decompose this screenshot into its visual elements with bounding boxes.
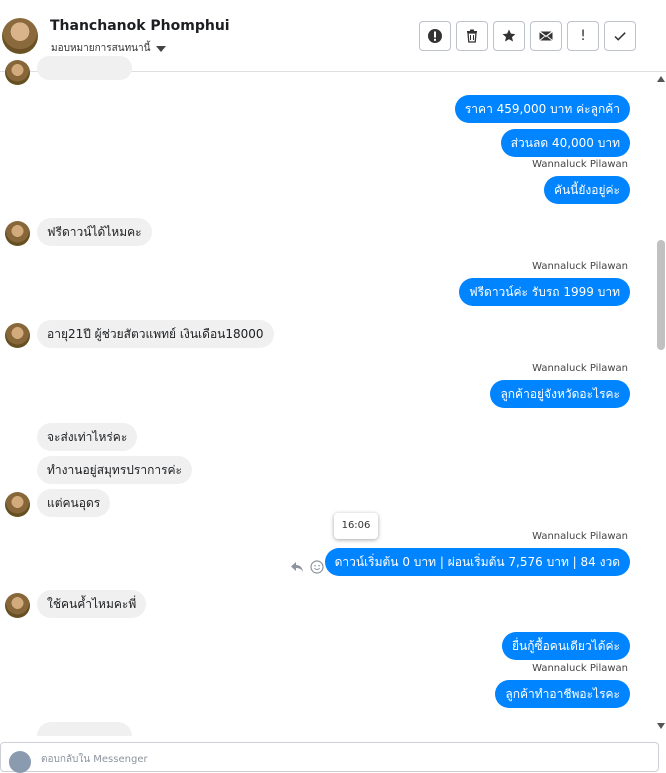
scrollbar[interactable] [654, 73, 666, 733]
sender-name: Wannaluck Pilawan [532, 159, 628, 170]
check-icon [614, 32, 626, 41]
star-icon [502, 29, 516, 42]
alert-circle-icon [428, 29, 442, 43]
message-bubble-incoming[interactable]: ใช้คนค้ำไหมคะพี่ [37, 590, 147, 618]
message-bubble-incoming[interactable]: ทำงานอยู่สมุทรปราการค่ะ [37, 456, 192, 484]
sender-name: Wannaluck Pilawan [532, 261, 628, 272]
react-emoji-icon[interactable] [310, 560, 324, 574]
message-bubble-outgoing[interactable]: คันนี้ยังอยู่ค่ะ [543, 176, 630, 204]
mark-important-button[interactable]: ! [567, 21, 599, 51]
reply-icon[interactable] [290, 560, 304, 574]
scroll-down-arrow-icon[interactable] [657, 723, 665, 729]
customer-avatar [5, 323, 30, 348]
message-bubble-outgoing[interactable]: ฟรีดาวน์ค่ะ รับรถ 1999 บาท [459, 278, 630, 306]
message-bubble-outgoing[interactable]: ดาวน์เริ่มต้น 0 บาท | ผ่อนเริ่มต้น 7,576… [324, 548, 630, 576]
sender-name: Wannaluck Pilawan [532, 363, 628, 374]
message-bubble-outgoing[interactable]: ลูกค้าอยู่จังหวัดอะไรคะ [490, 380, 630, 408]
trash-icon [467, 29, 477, 43]
customer-avatar [5, 221, 30, 246]
envelope-icon [539, 31, 553, 41]
reply-composer [0, 742, 659, 773]
assign-conversation-dropdown[interactable]: มอบหมายการสนทนานี้ [51, 41, 167, 56]
message-bubble-incoming[interactable]: แต่คนอุดร [37, 489, 111, 517]
flag-spam-button[interactable] [419, 21, 451, 51]
contact-avatar[interactable] [2, 18, 38, 54]
message-bubble-incoming[interactable]: อายุ21ปี ผู้ช่วยสัตวแพทย์ เงินเดือน18000 [37, 320, 274, 348]
customer-avatar [5, 593, 30, 618]
sender-name: Wannaluck Pilawan [532, 663, 628, 674]
mark-unread-button[interactable] [530, 21, 562, 51]
delete-button[interactable] [456, 21, 488, 51]
star-button[interactable] [493, 21, 525, 51]
message-bubble-incoming[interactable]: จะส่งเท่าไหร่คะ [37, 423, 138, 451]
customer-avatar [5, 492, 30, 517]
mark-done-button[interactable] [604, 21, 636, 51]
message-bubble-outgoing[interactable]: ยื่นกู้ซื้อคนเดียวได้ค่ะ [501, 632, 630, 660]
assign-label: มอบหมายการสนทนานี้ [51, 43, 151, 54]
message-bubble-outgoing[interactable]: ลูกค้าทำอาชีพอะไรคะ [495, 680, 630, 708]
timestamp-tooltip: 16:06 [334, 513, 378, 539]
reply-input[interactable] [39, 753, 443, 766]
scrollbar-thumb[interactable] [657, 240, 665, 350]
exclamation-icon: ! [580, 28, 586, 44]
action-toolbar: ! [419, 21, 636, 51]
customer-avatar [5, 60, 30, 85]
page-avatar [9, 751, 31, 773]
message-bubble-incoming[interactable]: ฟรีดาวน์ได้ไหมคะ [37, 218, 152, 246]
caret-down-icon [156, 45, 167, 52]
scroll-up-arrow-icon[interactable] [657, 76, 665, 82]
contact-name[interactable]: Thanchanok Phomphui [50, 18, 230, 34]
message-bubble-incoming[interactable] [37, 722, 132, 736]
message-bubble-outgoing[interactable]: ส่วนลด 40,000 บาท [500, 129, 630, 157]
sender-name: Wannaluck Pilawan [532, 531, 628, 542]
message-bubble-incoming[interactable] [37, 56, 132, 80]
message-bubble-outgoing[interactable]: ราคา 459,000 บาท ค่ะลูกค้า [454, 95, 630, 123]
